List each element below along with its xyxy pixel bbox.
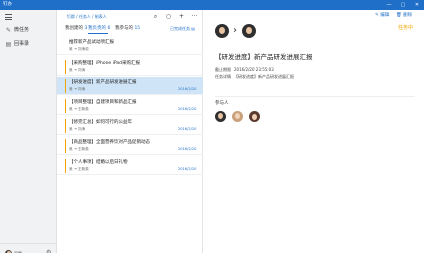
task-row[interactable]: 【商品整理】全面营养饮对产品促销动态 吴 ⇥ 王新英 2016/2/20 [57, 137, 203, 155]
edit-button[interactable]: ✎ 编辑 [375, 13, 389, 19]
task-row-selected[interactable]: 【研发进度】新产品研发进展汇报 吴 ⇥ 刘涛 2016/2/20 [57, 77, 203, 95]
more-icon[interactable]: ··· [191, 13, 198, 20]
priority-bar [65, 79, 67, 93]
sidebar-item-tasks[interactable]: ✎ 微任务 [0, 25, 57, 37]
minimize-button[interactable]: — [384, 0, 394, 10]
sidebar-item-label: 微任务 [14, 27, 30, 33]
task-assignees: 吴 ⇥ 王新英 [69, 107, 89, 111]
task-row[interactable]: 推荐新产品试动项汇报 吴 ⇥ 刘涛说 [57, 37, 203, 55]
close-button[interactable]: ✕ [412, 0, 422, 10]
task-assignees: 吴 ⇥ 刘涛 [69, 68, 86, 72]
task-assignees: 吴 ⇥ 刘涛说 [69, 47, 89, 51]
task-date: 2016/2/20 [178, 127, 197, 131]
priority-bar [65, 119, 67, 133]
pin-icon: ✎ [5, 27, 12, 34]
add-icon[interactable]: + [178, 13, 185, 20]
tab-responsible[interactable]: 我负责的 6 [88, 26, 110, 32]
task-detail-pane: › ✎ 编辑 🗑 删除 任务中 【研发进度】新产品研发进展汇报 截止期限 201… [203, 10, 424, 253]
participants-label: 参与人 [215, 101, 229, 106]
participant-avatar[interactable] [249, 111, 260, 122]
task-title: 【项目整理】自建项目和新品汇报 [69, 99, 137, 105]
chevron-right-icon: › [233, 25, 237, 36]
detail-value: 【研发进度】新产品研发进展汇报 [234, 74, 294, 79]
divider [215, 96, 415, 97]
sidebar: ✎ 微任务 ▤ 回事录 吴聊 ⚙ [0, 10, 57, 253]
task-list-pane: 钉群 / 任务人 / 制表人 ⌕ ○ + ··· 我创建的 3 我负责的 6 我… [57, 10, 203, 253]
delete-button[interactable]: 🗑 删除 [396, 13, 412, 19]
tab-participating[interactable]: 我参与的 15 [115, 26, 140, 32]
task-date: 2016/2/20 [178, 147, 197, 151]
priority-bar [65, 139, 67, 153]
status-badge: 任务中 [398, 25, 414, 31]
page-title: 【研发进度】新产品研发进展汇报 [215, 53, 313, 61]
sidebar-item-label: 回事录 [14, 41, 30, 47]
task-title: 【商品整理】全面营养饮对产品促销动态 [69, 139, 150, 145]
completed-tasks-filter[interactable]: 已完成任务 ▤ [170, 26, 195, 32]
task-row[interactable]: 【个人事项】结婚以后日礼物 吴 ⇥ 王新英 2016/2/20 [57, 157, 203, 175]
tab-created[interactable]: 我创建的 3 [65, 26, 87, 32]
task-title: 【采购整理】iPhone iPad采购汇报 [69, 60, 140, 66]
task-title: 【修完汇总】如何可行的公益年 [69, 119, 132, 125]
sidebar-item-records[interactable]: ▤ 回事录 [0, 39, 57, 51]
task-assignees: 吴 ⇥ 刘涛 [69, 87, 86, 91]
assignee-avatar[interactable] [242, 24, 256, 38]
settings-gear-icon[interactable]: ⚙ [46, 249, 51, 253]
menu-icon[interactable] [5, 14, 12, 20]
task-assignees: 吴 ⇥ 刘涛 [69, 127, 86, 131]
task-title: 【研发进度】新产品研发进展汇报 [69, 79, 137, 85]
task-date: 2016/2/20 [178, 167, 197, 171]
task-title: 【个人事项】结婚以后日礼物 [69, 159, 128, 165]
task-date: 2016/2/20 [178, 87, 197, 91]
search-icon[interactable]: ⌕ [152, 13, 159, 20]
user-bar: 吴聊 ⚙ [0, 243, 57, 253]
deadline-label: 截止期限 [215, 67, 231, 72]
deadline-value: 2016/2/20 23:55:03 [234, 67, 274, 72]
task-row[interactable]: 【修完汇总】如何可行的公益年 吴 ⇥ 刘涛 2016/2/20 [57, 117, 203, 135]
maximize-button[interactable]: ▢ [398, 0, 408, 10]
breadcrumb[interactable]: 钉群 / 任务人 / 制表人 [67, 14, 107, 19]
priority-bar [65, 99, 67, 113]
task-title: 推荐新产品试动项汇报 [69, 39, 114, 45]
calendar-icon: ▤ [5, 41, 12, 48]
app-title: 钉办 [3, 2, 12, 7]
priority-bar [65, 159, 67, 173]
title-bar: 钉办 — ▢ ✕ [0, 0, 424, 10]
creator-avatar[interactable] [215, 24, 229, 38]
task-date: 2016/2/20 [178, 107, 197, 111]
task-row[interactable]: 【项目整理】自建项目和新品汇报 吴 ⇥ 王新英 2016/2/20 [57, 97, 203, 115]
detail-label: 任务详情 [215, 74, 231, 79]
priority-bar [65, 60, 67, 74]
task-assignees: 吴 ⇥ 王新英 [69, 167, 89, 171]
active-tab-indicator [88, 33, 108, 34]
task-assignees: 吴 ⇥ 王新英 [69, 147, 89, 151]
participant-avatar[interactable] [232, 111, 243, 122]
task-row[interactable]: 【采购整理】iPhone iPad采购汇报 吴 ⇥ 刘涛 [57, 58, 203, 76]
participant-avatar[interactable] [215, 111, 226, 122]
refresh-icon[interactable]: ○ [165, 13, 172, 20]
